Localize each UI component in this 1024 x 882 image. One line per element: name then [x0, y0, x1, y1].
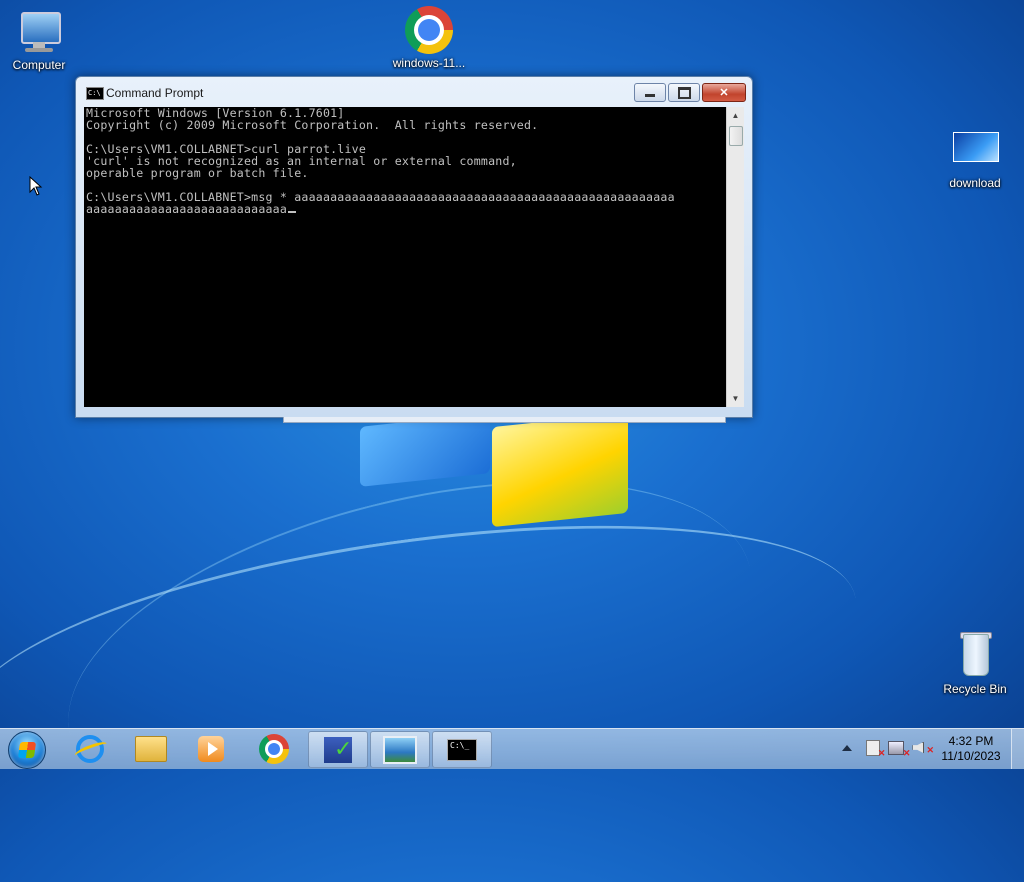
taskbar-clock[interactable]: 4:32 PM 11/10/2023: [938, 734, 1004, 764]
command-prompt-window[interactable]: C:\ Command Prompt ✕ Microsoft Windows […: [75, 76, 753, 418]
maximize-icon: [677, 86, 691, 99]
image-file-icon: [951, 126, 999, 174]
windows-start-icon[interactable]: [8, 731, 46, 769]
system-tray: ✕: [842, 739, 934, 759]
media-player-icon: [198, 735, 224, 762]
chrome-icon: [259, 733, 289, 764]
picture-viewer-icon: [383, 735, 417, 764]
console-input-text: aaaaaaaaaaaaaaaaaaaaaaaaaaaa: [86, 202, 288, 216]
window-ghost-edge: [283, 417, 726, 423]
minimize-icon: [645, 94, 655, 97]
maximize-button[interactable]: [668, 83, 700, 102]
network-icon[interactable]: [888, 740, 910, 759]
desktop-icon-recycle-bin[interactable]: Recycle Bin: [933, 632, 1017, 696]
taskbar-media-player[interactable]: [182, 731, 240, 766]
console-line: operable program or batch file.: [86, 166, 309, 180]
clock-time: 4:32 PM: [948, 734, 994, 748]
internet-explorer-icon: [76, 734, 104, 763]
close-button[interactable]: ✕: [702, 83, 746, 102]
console-input-line[interactable]: aaaaaaaaaaaaaaaaaaaaaaaaaaaa: [86, 203, 675, 215]
action-center-icon[interactable]: [866, 739, 885, 759]
taskbar-file-explorer[interactable]: [122, 731, 180, 766]
taskbar-command-prompt[interactable]: C:\_: [432, 731, 492, 768]
desktop-icon-label: Computer: [12, 58, 66, 72]
desktop-icon-label: download: [949, 176, 1001, 190]
scroll-down-arrow-icon[interactable]: ▼: [727, 390, 744, 407]
recycle-bin-icon: [951, 632, 999, 680]
console-output[interactable]: Microsoft Windows [Version 6.1.7601] Cop…: [84, 107, 726, 407]
desktop-icon-download[interactable]: download: [933, 126, 1017, 190]
desktop-icon-computer[interactable]: Computer: [0, 8, 81, 72]
mute-indicator-icon: ✕: [926, 745, 934, 755]
minimize-button[interactable]: [634, 83, 666, 102]
taskbar-internet-explorer[interactable]: [61, 731, 119, 766]
desktop-icon-label: Recycle Bin: [943, 682, 1007, 696]
file-explorer-icon: [135, 735, 167, 762]
vertical-scrollbar[interactable]: ▲ ▼: [726, 107, 744, 407]
document-app-icon: [324, 736, 352, 763]
desktop-icon-label: windows-11...: [392, 56, 466, 70]
computer-icon: [15, 8, 63, 56]
show-hidden-icons-icon[interactable]: [842, 744, 853, 751]
close-icon: ✕: [719, 87, 729, 99]
taskbar-picture-viewer[interactable]: [370, 731, 430, 768]
volume-muted-icon[interactable]: [912, 741, 925, 754]
wallpaper-logo-yellow: [492, 412, 628, 528]
window-title: Command Prompt: [106, 86, 204, 100]
wallpaper-logo-blue: [360, 413, 490, 487]
text-cursor: [288, 211, 297, 213]
show-desktop-button[interactable]: [1011, 729, 1024, 769]
taskbar: C:\_ ✕ 4:32 PM 11/10/2023: [0, 728, 1024, 769]
cmd-icon: C:\: [86, 87, 104, 100]
clock-date: 11/10/2023: [941, 749, 1001, 763]
scroll-up-arrow-icon[interactable]: ▲: [727, 107, 744, 124]
title-bar[interactable]: C:\ Command Prompt ✕: [76, 77, 752, 107]
scrollbar-thumb[interactable]: [729, 126, 743, 146]
desktop-icon-chrome-shortcut[interactable]: windows-11...: [387, 6, 471, 70]
chrome-icon: [405, 6, 453, 54]
taskbar-chrome[interactable]: [245, 731, 303, 766]
console-line: Copyright (c) 2009 Microsoft Corporation…: [86, 118, 539, 132]
cmd-icon: C:\_: [447, 738, 477, 761]
taskbar-document-app[interactable]: [308, 731, 368, 768]
